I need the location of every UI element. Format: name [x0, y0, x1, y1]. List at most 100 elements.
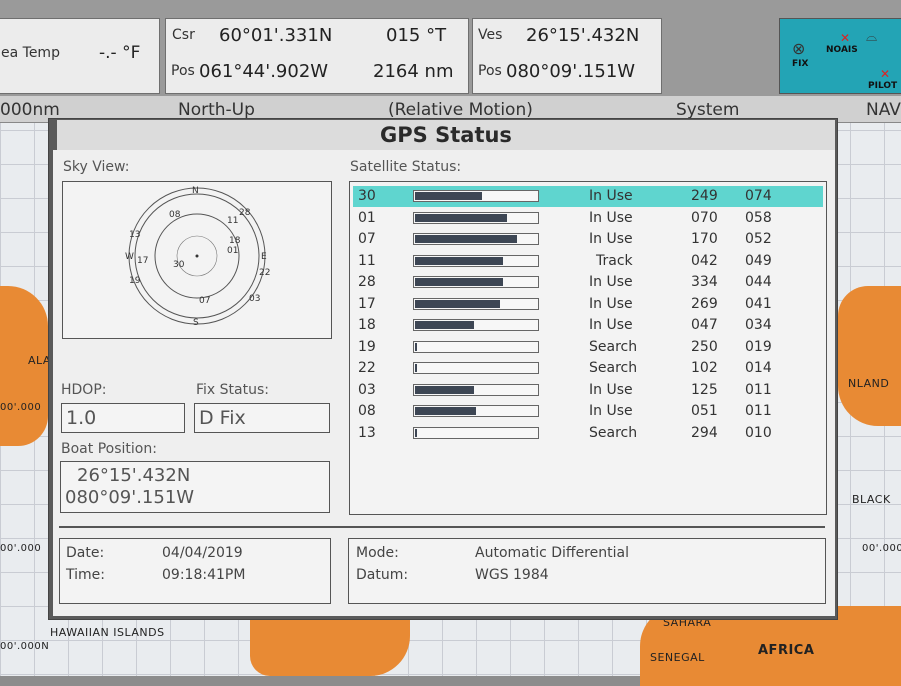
time-label: Time: — [66, 567, 105, 583]
satellite-azimuth: 170 — [691, 231, 718, 247]
sky-satellite-icon[interactable]: 03 — [249, 294, 260, 304]
sea-temp-box[interactable]: ea Temp -.- °F — [0, 18, 160, 94]
source-mode[interactable]: System — [676, 100, 739, 120]
satellite-azimuth: 047 — [691, 317, 718, 333]
csr-latitude: 60°01'.331N — [219, 25, 333, 46]
sky-satellite-icon[interactable]: 17 — [137, 256, 148, 266]
sky-satellite-icon[interactable]: 01 — [227, 246, 238, 256]
satellite-status: In Use — [589, 295, 633, 312]
sky-view-label: Sky View: — [63, 159, 130, 175]
satellite-azimuth: 249 — [691, 188, 718, 204]
signal-strength-bar — [413, 362, 539, 374]
motion-mode[interactable]: (Relative Motion) — [388, 100, 533, 120]
land-central-america — [250, 616, 410, 676]
satellite-azimuth: 070 — [691, 209, 718, 226]
sky-center — [195, 254, 199, 258]
signal-strength-fill — [415, 235, 517, 243]
sea-temp-value: -.- °F — [99, 43, 141, 63]
orientation-mode[interactable]: North-Up — [178, 100, 255, 120]
date-label: Date: — [66, 545, 105, 561]
signal-strength-bar — [413, 276, 539, 288]
signal-strength-bar — [413, 211, 539, 224]
signal-strength-fill — [415, 342, 417, 351]
sky-satellite-icon[interactable]: 11 — [227, 216, 238, 226]
signal-strength-bar — [413, 405, 539, 417]
map-label-nland: NLAND — [848, 377, 890, 390]
boat-latitude: 26°15'.432N — [77, 465, 191, 486]
satellite-status: Search — [589, 338, 638, 355]
satellite-row[interactable]: 19 Search 250 019 — [353, 337, 823, 358]
boat-position-field: 26°15'.432N 080°09'.151W — [60, 461, 330, 513]
noais-label: NOAIS — [826, 45, 858, 55]
signal-strength-fill — [415, 428, 417, 437]
compass-s: S — [193, 318, 199, 328]
sky-satellite-icon[interactable]: 28 — [239, 208, 250, 218]
sky-satellite-icon[interactable]: 13 — [129, 230, 140, 240]
satellite-status: In Use — [589, 274, 633, 290]
fix-status-panel[interactable]: ⊗ FIX ✕ NOAIS ✕ PILOT ⌓ — [779, 18, 901, 94]
satellite-prn: 03 — [358, 381, 376, 398]
sky-satellite-icon[interactable]: 30 — [173, 260, 184, 270]
sky-satellite-icon[interactable]: 22 — [259, 268, 270, 278]
signal-strength-bar — [413, 383, 539, 396]
compass-w: W — [125, 252, 134, 262]
radar-icon: ⌓ — [866, 29, 878, 45]
sky-view-plot — [128, 187, 266, 325]
nav-mode[interactable]: NAV — [866, 100, 901, 120]
sky-satellite-icon[interactable]: 07 — [199, 296, 210, 306]
satellite-row[interactable]: 18 In Use 047 034 — [353, 315, 823, 336]
satellite-row[interactable]: 01 In Use 070 058 — [353, 208, 823, 229]
boat-position-label: Boat Position: — [61, 441, 157, 457]
sky-satellite-icon[interactable]: 19 — [129, 276, 140, 286]
satellite-elevation: 011 — [745, 403, 772, 419]
satellite-status: In Use — [589, 209, 633, 226]
satellite-azimuth: 102 — [691, 360, 718, 376]
signal-strength-bar — [413, 297, 539, 310]
satellite-elevation: 041 — [745, 295, 772, 312]
signal-strength-fill — [415, 364, 417, 372]
mode-label: Mode: — [356, 545, 399, 561]
satellite-row[interactable]: 28 In Use 334 044 — [353, 272, 823, 293]
satellite-status: In Use — [589, 188, 633, 204]
pilot-x-icon: ✕ — [880, 67, 891, 81]
range-readout[interactable]: 000nm — [0, 100, 60, 120]
pos-label: Pos — [171, 63, 195, 79]
signal-strength-bar — [413, 233, 539, 245]
satellite-row[interactable]: 11 Track 042 049 — [353, 251, 823, 272]
satellite-status: In Use — [589, 381, 633, 398]
satellite-status: In Use — [589, 403, 633, 419]
satellite-azimuth: 334 — [691, 274, 718, 290]
satellite-row[interactable]: 07 In Use 170 052 — [353, 229, 823, 250]
vessel-position-box[interactable]: Ves 26°15'.432N Pos 080°09'.151W — [472, 18, 662, 94]
signal-strength-bar — [413, 426, 539, 439]
satellite-azimuth: 250 — [691, 338, 718, 355]
signal-strength-fill — [415, 213, 507, 222]
signal-strength-bar — [413, 319, 539, 331]
satellite-prn: 19 — [358, 338, 376, 355]
sky-satellite-icon[interactable]: 18 — [229, 236, 240, 246]
cursor-position-box[interactable]: Csr 60°01'.331N 015 °T Pos 061°44'.902W … — [165, 18, 469, 94]
ves-longitude: 080°09'.151W — [506, 61, 636, 82]
csr-course: 015 °T — [386, 25, 447, 46]
signal-strength-bar — [413, 190, 539, 202]
satellite-row[interactable]: 13 Search 294 010 — [353, 423, 823, 444]
csr-longitude: 061°44'.902W — [199, 61, 329, 82]
satellite-row[interactable]: 08 In Use 051 011 — [353, 401, 823, 422]
satellite-row[interactable]: 22 Search 102 014 — [353, 358, 823, 379]
csr-label: Csr — [172, 27, 195, 43]
signal-strength-fill — [415, 278, 503, 286]
satellite-row[interactable]: 03 In Use 125 011 — [353, 380, 823, 401]
satellite-elevation: 049 — [745, 252, 772, 269]
satellite-prn: 01 — [358, 209, 376, 226]
satellite-row[interactable]: 17 In Use 269 041 — [353, 294, 823, 315]
mode-datum-box: Mode: Automatic Differential Datum: WGS … — [348, 538, 826, 604]
satellite-status: Track — [596, 252, 633, 269]
satellite-elevation: 014 — [745, 360, 772, 376]
map-coord-label: 00'.000 — [862, 543, 901, 554]
sky-satellite-icon[interactable]: 08 — [169, 210, 180, 220]
satellite-azimuth: 294 — [691, 424, 718, 441]
mode-value: Automatic Differential — [475, 545, 629, 561]
satellite-row[interactable]: 30 In Use 249 074 — [353, 186, 823, 207]
map-coord-label: 00'.000 — [0, 543, 42, 554]
hdop-label: HDOP: — [61, 382, 107, 398]
